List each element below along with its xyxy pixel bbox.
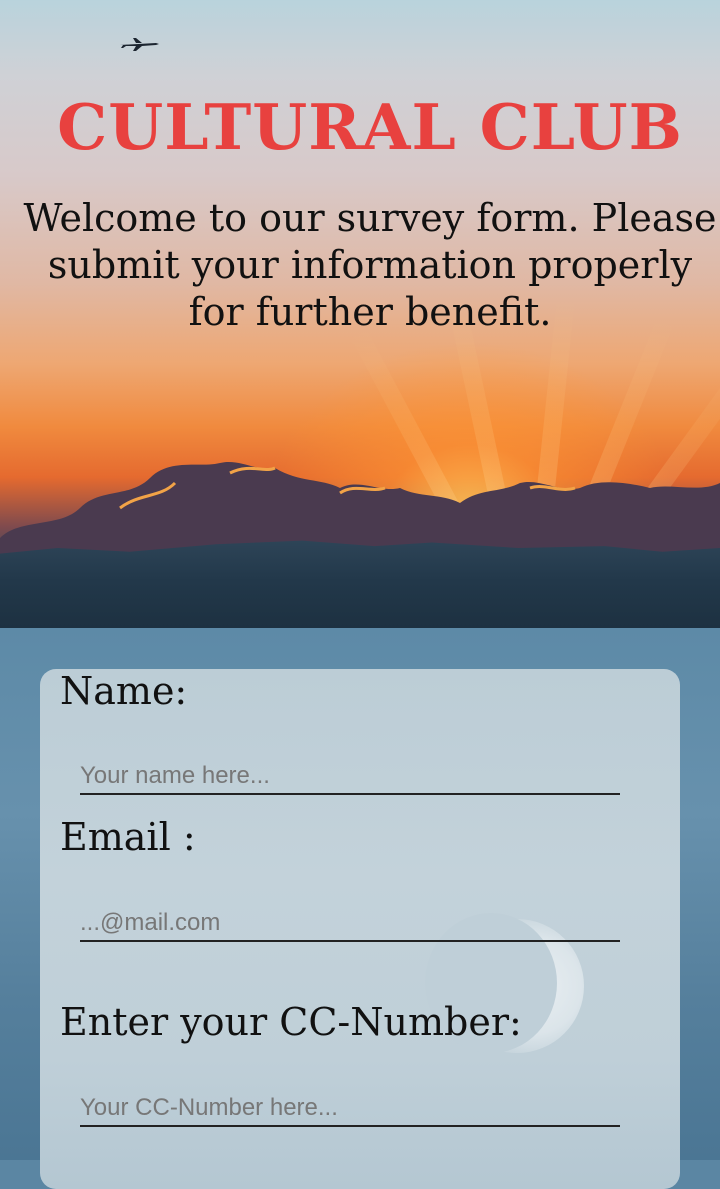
cc-number-input[interactable] xyxy=(80,1077,620,1127)
name-input[interactable] xyxy=(80,745,620,795)
name-label: Name: xyxy=(60,669,188,713)
sunset-clouds xyxy=(0,461,720,558)
email-label: Email : xyxy=(60,815,196,859)
airplane-icon xyxy=(120,38,159,51)
cc-number-label: Enter your CC-Number: xyxy=(60,1000,522,1044)
survey-form: Name: Email : Enter your CC-Number: xyxy=(40,669,680,1189)
page-title: CULTURAL CLUB xyxy=(57,90,683,164)
page-subtitle: Welcome to our survey form. Please submi… xyxy=(23,196,717,334)
email-input[interactable] xyxy=(80,892,620,942)
hero-banner: CULTURAL CLUB Welcome to our survey form… xyxy=(0,0,720,628)
